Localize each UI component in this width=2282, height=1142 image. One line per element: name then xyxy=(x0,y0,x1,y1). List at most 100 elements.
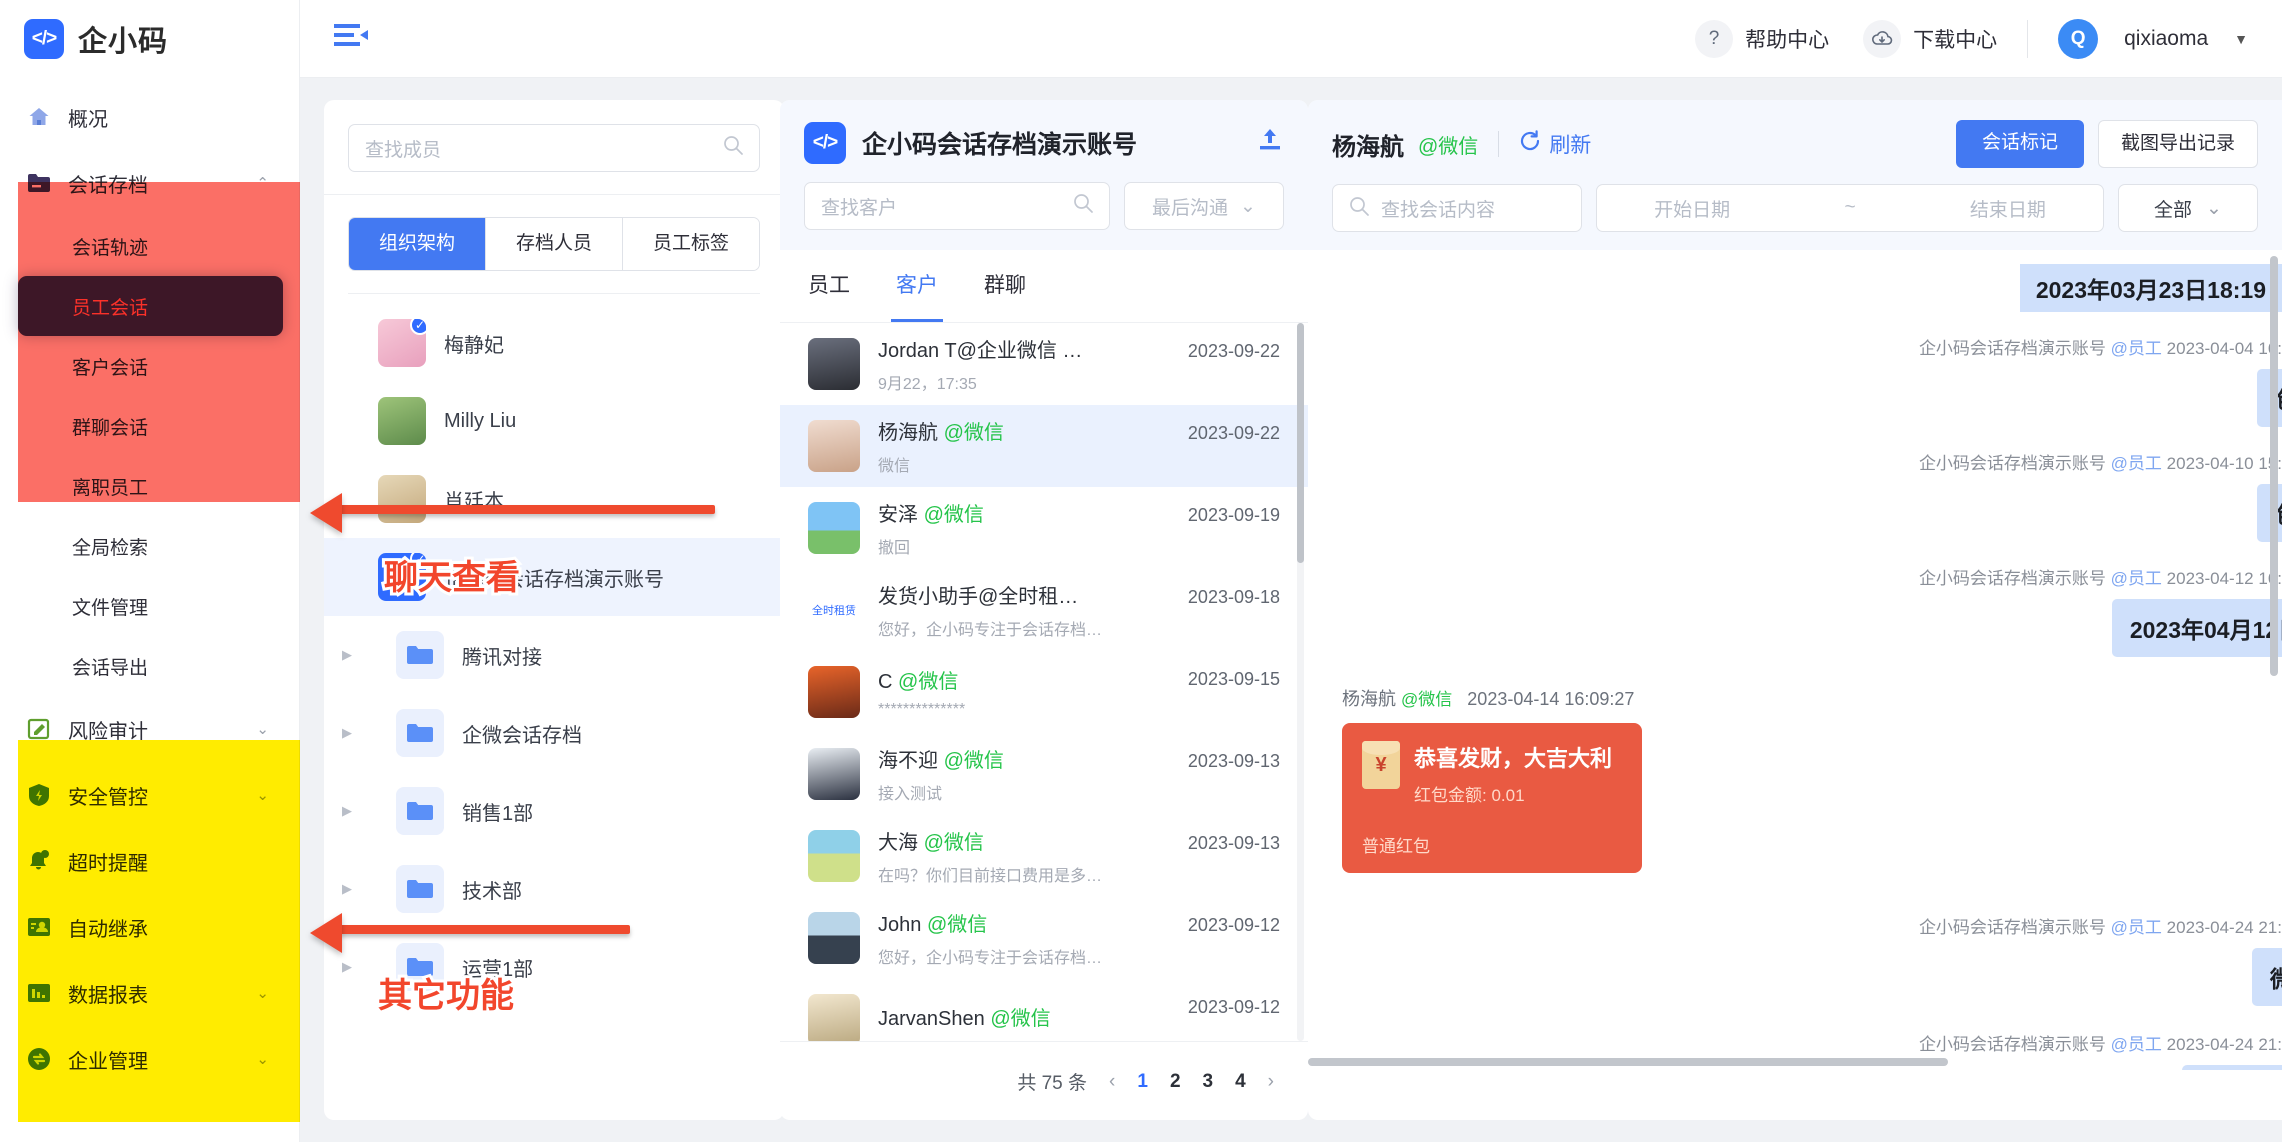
conversation-item[interactable]: Jordan T@企业微信 … 9月22，17:35 2023-09-22 xyxy=(780,323,1308,405)
tree-folder-row[interactable]: ▶ 企微会话存档 xyxy=(324,694,784,772)
conversation-item[interactable]: John @微信 您好，企小码专注于会话存档… 2023-09-12 xyxy=(780,897,1308,979)
message-sender: 企小码会话存档演示账号 xyxy=(1918,918,2106,937)
tree-person-row[interactable]: 肖廷本 xyxy=(324,460,784,538)
tree-folder-row[interactable]: ▶ 运营1部 xyxy=(324,928,784,1006)
message-bubble: 2023年04月12日16:12 xyxy=(2111,599,2282,657)
message-bubble xyxy=(2182,1065,2282,1070)
conversation-name: 杨海航 @微信 xyxy=(878,422,1004,444)
tree-folder-row[interactable]: ▶ 销售1部 xyxy=(324,772,784,850)
chat-search-input[interactable]: 查找会话内容 xyxy=(1332,184,1582,232)
session-mark-button[interactable]: 会话标记 xyxy=(1955,120,2084,168)
download-center-button[interactable]: 下载中心 xyxy=(1863,19,1997,58)
topbar-right: ? 帮助中心 下载中心 Q qixiaoma ▼ xyxy=(1661,18,2282,59)
sidebar-sub-label: 全局检索 xyxy=(72,537,149,559)
message-time: 2023-04-24 21: xyxy=(2166,1035,2282,1054)
red-packet-card[interactable]: ¥ 恭喜发财，大吉大利 红包金额: 0.01 普通红包 xyxy=(1342,723,1642,873)
pagination-page-3[interactable]: 3 xyxy=(1203,1071,1214,1093)
conversation-item[interactable]: 安泽 @微信 撤回 2023-09-19 xyxy=(780,487,1308,569)
message-bubble-wrap: 微信 xyxy=(1308,948,2282,1006)
conversation-name: 大海 @微信 xyxy=(878,832,984,854)
highlight-overlay-yellow xyxy=(18,740,300,1122)
date-end-placeholder: 结束日期 xyxy=(1969,199,2046,221)
conversation-item[interactable]: 大海 @微信 在吗？你们目前接口费用是多… 2023-09-13 xyxy=(780,815,1308,897)
avatar: </> ✓ xyxy=(378,553,426,601)
conversation-list-panel: </> 企小码会话存档演示账号 查找客户 最后沟通 ⌄ 员工 客户 群聊 Jor… xyxy=(780,100,1308,1120)
chevron-down-icon: ⌄ xyxy=(1240,195,1256,217)
menu-fold-icon[interactable] xyxy=(334,22,368,56)
pagination-page-4[interactable]: 4 xyxy=(1235,1071,1246,1093)
tab-customer[interactable]: 客户 xyxy=(891,250,943,322)
chevron-right-icon[interactable]: ▶ xyxy=(342,959,358,975)
employee-tag: @员工 xyxy=(2110,918,2162,937)
sidebar-item-overview[interactable]: 概况 xyxy=(0,84,299,150)
employee-tag: @员工 xyxy=(2110,339,2162,358)
user-menu[interactable]: Q qixiaoma ▼ xyxy=(2028,18,2248,59)
tab-org-structure[interactable]: 组织架构 xyxy=(349,218,486,270)
chevron-right-icon[interactable]: ▶ xyxy=(342,803,358,819)
pagination-next[interactable]: › xyxy=(1268,1071,1274,1093)
wechat-tag: @微信 xyxy=(923,504,984,526)
wechat-tag: @微信 xyxy=(898,671,959,693)
tree-item-label: 企微会话存档 xyxy=(462,724,582,747)
conversation-item[interactable]: C @微信 ************** 2023-09-15 xyxy=(780,651,1308,733)
conversation-item[interactable]: 全时租赁 发货小助手@全时租… 您好，企小码专注于会话存档… 2023-09-1… xyxy=(780,569,1308,651)
chat-contact-name: 杨海航 xyxy=(1332,133,1404,161)
folder-icon xyxy=(396,787,444,835)
sidebar-item-global-search[interactable]: 全局检索 xyxy=(0,516,299,576)
avatar xyxy=(378,397,426,445)
chevron-right-icon[interactable]: ▶ xyxy=(342,725,358,741)
tree-person-row[interactable]: ✓ 梅静妃 xyxy=(324,304,784,382)
cloud-download-icon xyxy=(1863,19,1902,58)
topbar: ? 帮助中心 下载中心 Q qixiaoma ▼ xyxy=(300,0,2282,78)
conversation-scrollbar-thumb[interactable] xyxy=(1297,323,1304,563)
conversation-item-selected[interactable]: 杨海航 @微信 微信 2023-09-22 xyxy=(780,405,1308,487)
date-range-picker[interactable]: 开始日期 ~ 结束日期 xyxy=(1596,184,2104,232)
tab-staff-tag[interactable]: 员工标签 xyxy=(623,218,759,270)
member-search-input[interactable]: 查找成员 xyxy=(348,124,760,172)
conversation-item[interactable]: 海不迎 @微信 接入测试 2023-09-13 xyxy=(780,733,1308,815)
conversation-preview: 您好，企小码专注于会话存档… xyxy=(878,622,1103,639)
pagination-page-1[interactable]: 1 xyxy=(1137,1071,1148,1093)
tree-folder-row[interactable]: ▶ 技术部 xyxy=(324,850,784,928)
member-panel: 查找成员 组织架构 存档人员 员工标签 ✓ 梅静妃 Milly Liu 肖廷本 … xyxy=(324,100,784,1120)
refresh-label: 刷新 xyxy=(1549,134,1592,157)
tree-folder-row[interactable]: ▶ 腾讯对接 xyxy=(324,616,784,694)
message-sender: 企小码会话存档演示账号 xyxy=(1918,454,2106,473)
tab-archived-staff[interactable]: 存档人员 xyxy=(486,218,623,270)
chat-scrollbar-vertical[interactable] xyxy=(2270,256,2278,676)
message-time: 2023-04-10 15: xyxy=(2166,454,2282,473)
pagination-prev[interactable]: ‹ xyxy=(1109,1071,1115,1093)
screenshot-export-button[interactable]: 截图导出记录 xyxy=(2097,120,2258,168)
chat-scrollbar-horizontal[interactable] xyxy=(1308,1058,1948,1066)
message-bubble-wrap: 包 xyxy=(1308,369,2282,427)
pagination-page-2[interactable]: 2 xyxy=(1170,1071,1181,1093)
check-icon: ✓ xyxy=(410,553,426,569)
message-type-value: 全部 xyxy=(2154,199,2193,221)
member-search-wrap: 查找成员 xyxy=(324,100,784,194)
wechat-tag: @微信 xyxy=(943,750,1004,772)
refresh-button[interactable]: 刷新 xyxy=(1519,129,1591,159)
customer-search-input[interactable]: 查找客户 xyxy=(804,182,1110,230)
chevron-down-icon: ⌄ xyxy=(256,721,269,738)
message-bubble-wrap: 2023年04月12日16:12 xyxy=(1308,599,2282,657)
chevron-right-icon[interactable]: ▶ xyxy=(342,647,358,663)
message-type-select[interactable]: 全部 ⌄ xyxy=(2118,184,2258,232)
sort-select[interactable]: 最后沟通 ⌄ xyxy=(1124,182,1284,230)
employee-tag: @员工 xyxy=(2110,1035,2162,1054)
upload-icon[interactable] xyxy=(1256,127,1284,160)
help-center-button[interactable]: ? 帮助中心 xyxy=(1695,19,1829,58)
sidebar-item-session-export[interactable]: 会话导出 xyxy=(0,636,299,696)
question-icon: ? xyxy=(1695,19,1734,58)
conversation-item[interactable]: JarvanShen @微信 2023-09-12 xyxy=(780,979,1308,1041)
conversation-date: 2023-09-13 xyxy=(1187,833,1280,853)
highlight-overlay-red xyxy=(18,182,300,502)
customer-search-placeholder: 查找客户 xyxy=(821,197,898,219)
tree-person-row[interactable]: Milly Liu xyxy=(324,382,784,460)
chevron-right-icon[interactable]: ▶ xyxy=(342,881,358,897)
tab-groupchat[interactable]: 群聊 xyxy=(984,250,1026,322)
tab-employee[interactable]: 员工 xyxy=(808,250,850,322)
avatar xyxy=(808,420,860,472)
account-title: 企小码会话存档演示账号 xyxy=(862,131,1138,159)
tree-person-row-selected[interactable]: </> ✓ 企小码会话存档演示账号 xyxy=(324,538,784,616)
sidebar-item-file-management[interactable]: 文件管理 xyxy=(0,576,299,636)
